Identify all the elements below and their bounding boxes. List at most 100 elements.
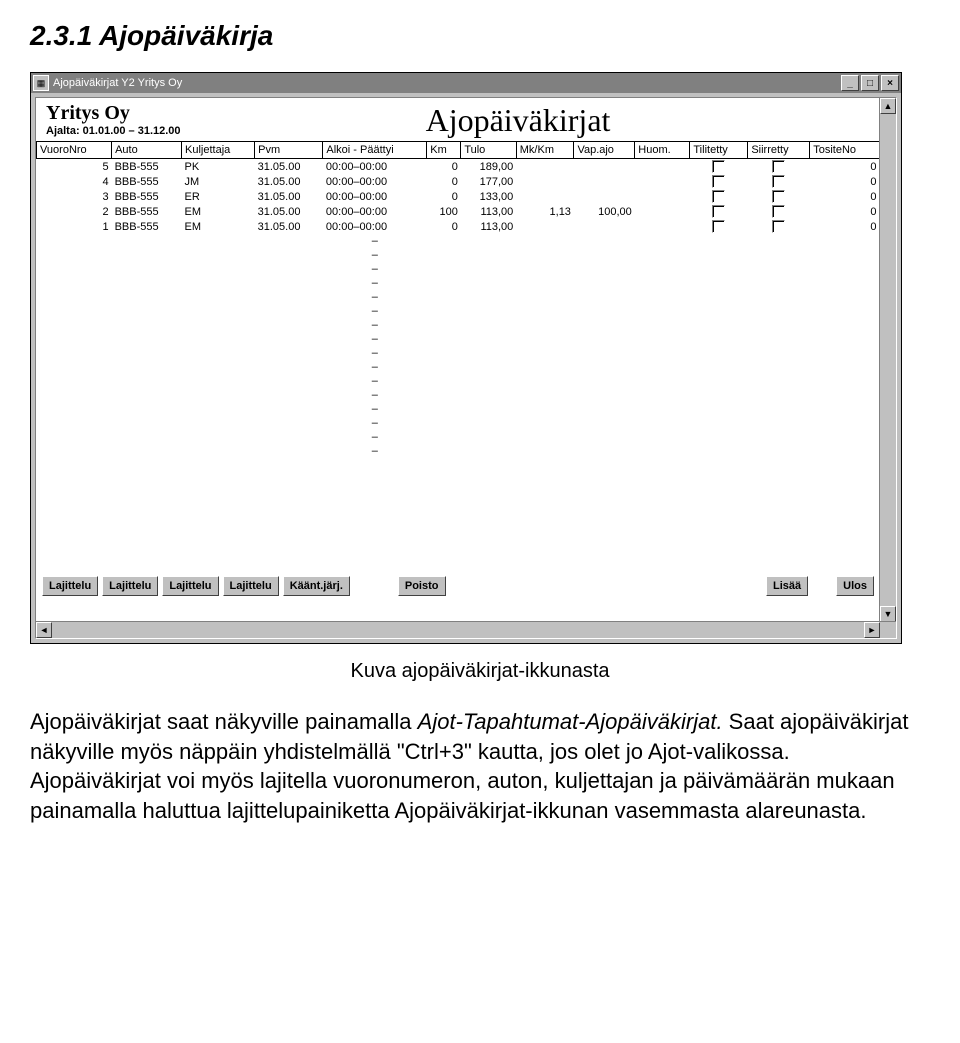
empty-row: – bbox=[37, 402, 880, 416]
checkbox-tilitetty[interactable] bbox=[712, 205, 725, 218]
cell-vap: 100,00 bbox=[574, 204, 635, 219]
date-range: Ajalta: 01.01.00 – 31.12.00 bbox=[46, 125, 246, 137]
body-paragraph-1: Ajopäiväkirjat saat näkyville painamalla… bbox=[30, 707, 910, 766]
empty-row: – bbox=[37, 234, 880, 248]
cell-tositeno: 0 bbox=[810, 204, 880, 219]
checkbox-tilitetty[interactable] bbox=[712, 220, 725, 233]
cell-km: 0 bbox=[427, 219, 461, 234]
cell-tulo: 189,00 bbox=[461, 159, 516, 175]
empty-row: – bbox=[37, 360, 880, 374]
col-tulo[interactable]: Tulo bbox=[461, 142, 516, 159]
empty-row: – bbox=[37, 388, 880, 402]
checkbox-siirretty[interactable] bbox=[772, 190, 785, 203]
cell-tositeno: 0 bbox=[810, 189, 880, 204]
cell-auto: BBB-555 bbox=[112, 204, 182, 219]
cell-tilitetty bbox=[690, 174, 748, 189]
table-row[interactable]: 5BBB-555PK31.05.0000:00–00:000189,000 bbox=[37, 159, 880, 175]
checkbox-tilitetty[interactable] bbox=[712, 160, 725, 173]
delete-button[interactable]: Poisto bbox=[398, 576, 446, 596]
cell-auto: BBB-555 bbox=[112, 219, 182, 234]
checkbox-tilitetty[interactable] bbox=[712, 175, 725, 188]
cell-vap bbox=[574, 174, 635, 189]
scroll-left-icon[interactable]: ◄ bbox=[36, 622, 52, 638]
cell-huom bbox=[635, 219, 690, 234]
empty-row: – bbox=[37, 304, 880, 318]
checkbox-siirretty[interactable] bbox=[772, 160, 785, 173]
scroll-up-icon[interactable]: ▲ bbox=[880, 98, 896, 114]
cell-pvm: 31.05.00 bbox=[255, 204, 323, 219]
col-tositeno[interactable]: TositeNo bbox=[810, 142, 880, 159]
col-vapajo[interactable]: Vap.ajo bbox=[574, 142, 635, 159]
add-button[interactable]: Lisää bbox=[766, 576, 808, 596]
col-pvm[interactable]: Pvm bbox=[255, 142, 323, 159]
col-km[interactable]: Km bbox=[427, 142, 461, 159]
scroll-right-icon[interactable]: ► bbox=[864, 622, 880, 638]
sort1-button[interactable]: Lajittelu bbox=[42, 576, 98, 596]
cell-aika: 00:00–00:00 bbox=[323, 204, 427, 219]
cell-vap bbox=[574, 189, 635, 204]
col-auto[interactable]: Auto bbox=[112, 142, 182, 159]
window-title: Ajopäiväkirjat Y2 Yritys Oy bbox=[53, 77, 839, 89]
empty-row: – bbox=[37, 290, 880, 304]
cell-vuoronro: 2 bbox=[37, 204, 112, 219]
cell-tositeno: 0 bbox=[810, 174, 880, 189]
checkbox-siirretty[interactable] bbox=[772, 175, 785, 188]
table-row[interactable]: 3BBB-555ER31.05.0000:00–00:000133,000 bbox=[37, 189, 880, 204]
minimize-button[interactable]: _ bbox=[841, 75, 859, 91]
table-row[interactable]: 4BBB-555JM31.05.0000:00–00:000177,000 bbox=[37, 174, 880, 189]
para1b: Ajot-Tapahtumat-Ajopäiväkirjat. bbox=[418, 709, 723, 734]
cell-pvm: 31.05.00 bbox=[255, 174, 323, 189]
horizontal-scrollbar[interactable]: ◄ ► bbox=[36, 621, 896, 638]
col-huom[interactable]: Huom. bbox=[635, 142, 690, 159]
sort3-button[interactable]: Lajittelu bbox=[162, 576, 218, 596]
cell-vuoronro: 5 bbox=[37, 159, 112, 175]
cell-aika: 00:00–00:00 bbox=[323, 189, 427, 204]
cell-auto: BBB-555 bbox=[112, 159, 182, 175]
scroll-down-icon[interactable]: ▼ bbox=[880, 606, 896, 622]
table-row[interactable]: 2BBB-555EM31.05.0000:00–00:00100113,001,… bbox=[37, 204, 880, 219]
col-kuljettaja[interactable]: Kuljettaja bbox=[182, 142, 255, 159]
vertical-scrollbar[interactable]: ▲ ▼ bbox=[879, 98, 896, 638]
company-name: Yritys Oy bbox=[46, 102, 246, 125]
cell-tulo: 113,00 bbox=[461, 219, 516, 234]
empty-row: – bbox=[37, 416, 880, 430]
cell-tilitetty bbox=[690, 189, 748, 204]
cell-siirretty bbox=[748, 174, 810, 189]
checkbox-siirretty[interactable] bbox=[772, 220, 785, 233]
cell-siirretty bbox=[748, 204, 810, 219]
cell-aika: 00:00–00:00 bbox=[323, 219, 427, 234]
table-row[interactable]: 1BBB-555EM31.05.0000:00–00:000113,000 bbox=[37, 219, 880, 234]
app-window: ▦ Ajopäiväkirjat Y2 Yritys Oy _ □ × Yrit… bbox=[30, 72, 902, 644]
cell-tositeno: 0 bbox=[810, 219, 880, 234]
empty-row: – bbox=[37, 248, 880, 262]
checkbox-siirretty[interactable] bbox=[772, 205, 785, 218]
cell-pvm: 31.05.00 bbox=[255, 219, 323, 234]
cell-km: 0 bbox=[427, 189, 461, 204]
col-vuoronro[interactable]: VuoroNro bbox=[37, 142, 112, 159]
cell-siirretty bbox=[748, 189, 810, 204]
close-button[interactable]: × bbox=[881, 75, 899, 91]
col-mkkm[interactable]: Mk/Km bbox=[516, 142, 574, 159]
sort2-button[interactable]: Lajittelu bbox=[102, 576, 158, 596]
maximize-button[interactable]: □ bbox=[861, 75, 879, 91]
col-tilitetty[interactable]: Tilitetty bbox=[690, 142, 748, 159]
cell-vuoronro: 3 bbox=[37, 189, 112, 204]
checkbox-tilitetty[interactable] bbox=[712, 190, 725, 203]
cell-aika: 00:00–00:00 bbox=[323, 159, 427, 175]
reverse-button[interactable]: Käänt.järj. bbox=[283, 576, 350, 596]
figure-caption: Kuva ajopäiväkirjat-ikkunasta bbox=[30, 660, 930, 683]
app-icon: ▦ bbox=[33, 75, 49, 91]
col-siirretty[interactable]: Siirretty bbox=[748, 142, 810, 159]
col-alkoi-paattyi[interactable]: Alkoi - Päättyi bbox=[323, 142, 427, 159]
sort4-button[interactable]: Lajittelu bbox=[223, 576, 279, 596]
cell-auto: BBB-555 bbox=[112, 174, 182, 189]
empty-row: – bbox=[37, 276, 880, 290]
section-heading: 2.3.1 Ajopäiväkirja bbox=[30, 20, 930, 52]
body-paragraph-2: Ajopäiväkirjat voi myös lajitella vuoron… bbox=[30, 766, 910, 825]
cell-kuljettaja: EM bbox=[182, 219, 255, 234]
cell-aika: 00:00–00:00 bbox=[323, 174, 427, 189]
exit-button[interactable]: Ulos bbox=[836, 576, 874, 596]
cell-kuljettaja: PK bbox=[182, 159, 255, 175]
empty-row: – bbox=[37, 374, 880, 388]
cell-mkkm: 1,13 bbox=[516, 204, 574, 219]
